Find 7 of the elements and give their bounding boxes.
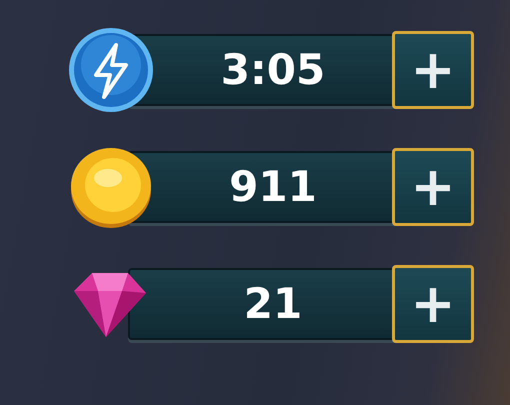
resource-value: 911 bbox=[229, 166, 317, 208]
resource-value: 21 bbox=[244, 283, 302, 325]
add-button[interactable]: + bbox=[392, 265, 474, 343]
add-button[interactable]: + bbox=[392, 31, 474, 109]
add-button[interactable]: + bbox=[392, 148, 474, 226]
resource-value: 3:05 bbox=[220, 49, 326, 91]
lightning-icon bbox=[66, 25, 156, 115]
